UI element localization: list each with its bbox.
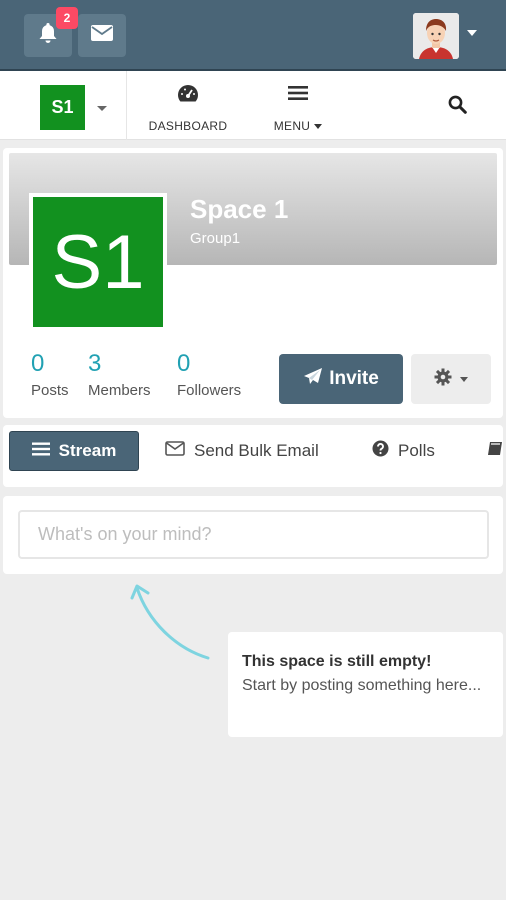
tab-send-bulk-email-label: Send Bulk Email [194,441,319,460]
space-tabs: Stream Send Bulk Email Polls [3,425,503,487]
empty-state-body: Start by posting something here... [242,677,482,694]
avatar-caret-down-icon[interactable] [467,30,477,36]
stat-followers-value: 0 [177,350,191,377]
nav-menu[interactable]: MENU [258,81,338,133]
stat-posts[interactable]: 0 Posts [31,350,69,399]
empty-state-title: This space is still empty! [242,653,432,670]
question-circle-icon [372,440,389,462]
stat-posts-value: 0 [31,350,45,377]
bars-icon [258,81,338,105]
space-chooser-caret-icon[interactable] [97,106,107,111]
stat-members-label: Members [88,382,151,399]
tab-more-partial[interactable] [487,431,503,471]
tab-polls[interactable]: Polls [372,431,435,471]
nav-menu-label: MENU [273,119,311,133]
notification-count-badge: 2 [56,7,78,29]
tachometer-icon [140,81,236,105]
hint-arrow-icon [120,576,220,671]
envelope-icon [91,25,113,46]
top-bar: 2 [0,0,506,71]
tab-send-bulk-email[interactable]: Send Bulk Email [165,431,319,471]
stat-members[interactable]: 3 Members [88,350,151,399]
space-header: S1 Space 1 Group1 0 Posts 3 Members 0 Fo… [3,148,503,418]
space-chooser-logo[interactable]: S1 [40,85,85,130]
paper-plane-icon [303,367,323,391]
nav-dashboard[interactable]: DASHBOARD [140,81,236,133]
stat-followers[interactable]: 0 Followers [177,350,241,399]
caret-down-icon [314,124,323,130]
invite-button[interactable]: Invite [279,354,403,404]
space-nav-bar: S1 DASHBOARD MENU [0,71,506,140]
gear-icon [434,368,452,391]
messages-button[interactable] [78,14,126,57]
tab-stream-label: Stream [58,441,117,460]
invite-button-label: Invite [329,368,379,389]
search-icon [448,95,467,119]
bars-icon [31,441,50,461]
envelope-outline-icon [165,441,185,461]
post-input[interactable]: What's on your mind? [18,510,489,559]
nav-dashboard-label: DASHBOARD [148,119,228,133]
stat-posts-label: Posts [31,382,69,399]
tab-polls-label: Polls [398,441,435,460]
user-avatar[interactable] [413,13,459,59]
post-composer: What's on your mind? [3,496,503,574]
space-settings-button[interactable] [411,354,491,404]
bell-icon [38,22,58,49]
space-title: Space 1 [190,194,289,224]
search-button[interactable] [446,95,468,119]
tab-stream[interactable]: Stream [9,431,139,471]
stat-followers-label: Followers [177,382,242,399]
nav-divider [126,71,127,140]
empty-state-card: This space is still empty! Start by post… [228,632,503,737]
book-icon [487,441,503,462]
stat-members-value: 3 [88,350,102,377]
caret-down-icon [460,376,468,382]
space-logo: S1 [29,193,167,331]
space-subtitle: Group1 [190,230,241,247]
